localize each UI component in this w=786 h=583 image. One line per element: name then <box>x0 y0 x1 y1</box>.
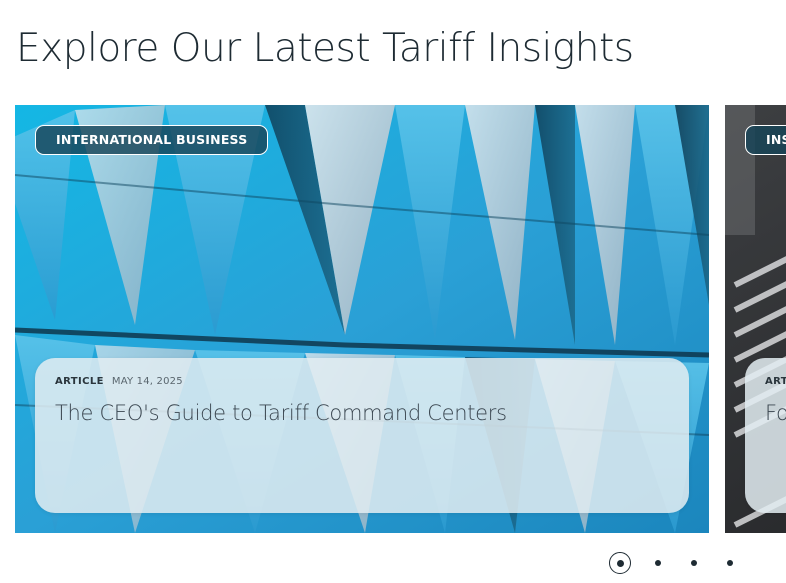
section-heading: Explore Our Latest Tariff Insights <box>16 26 634 71</box>
card-meta: ARTICLE MAY 14, 2025 <box>55 376 669 387</box>
publish-date: MAY 14, 2025 <box>111 376 183 387</box>
category-badge[interactable]: INS <box>745 125 786 155</box>
active-dot-center <box>616 559 624 567</box>
content-type-label: ARTICLE <box>55 376 104 387</box>
card-info-panel[interactable]: ARTICLE MAY 14, 2025 The CEO's Guide to … <box>35 358 689 513</box>
pagination-dot[interactable] <box>691 560 697 566</box>
card-title-link[interactable]: Fo <box>765 401 786 425</box>
pagination-dot[interactable] <box>727 560 733 566</box>
card-info-panel[interactable]: ART Fo <box>745 358 786 513</box>
category-badge[interactable]: INTERNATIONAL BUSINESS <box>35 125 269 155</box>
carousel-pagination <box>609 552 733 574</box>
content-type-label: ART <box>765 376 786 387</box>
insight-card[interactable]: INS ART Fo <box>725 105 786 533</box>
carousel-viewport: INTERNATIONAL BUSINESS ARTICLE MAY 14, 2… <box>15 105 786 533</box>
pagination-dot-active[interactable] <box>609 552 631 574</box>
pagination-dot[interactable] <box>655 560 661 566</box>
card-meta: ART <box>765 376 786 387</box>
insight-card[interactable]: INTERNATIONAL BUSINESS ARTICLE MAY 14, 2… <box>15 105 709 533</box>
card-title-link[interactable]: The CEO's Guide to Tariff Command Center… <box>55 401 669 425</box>
